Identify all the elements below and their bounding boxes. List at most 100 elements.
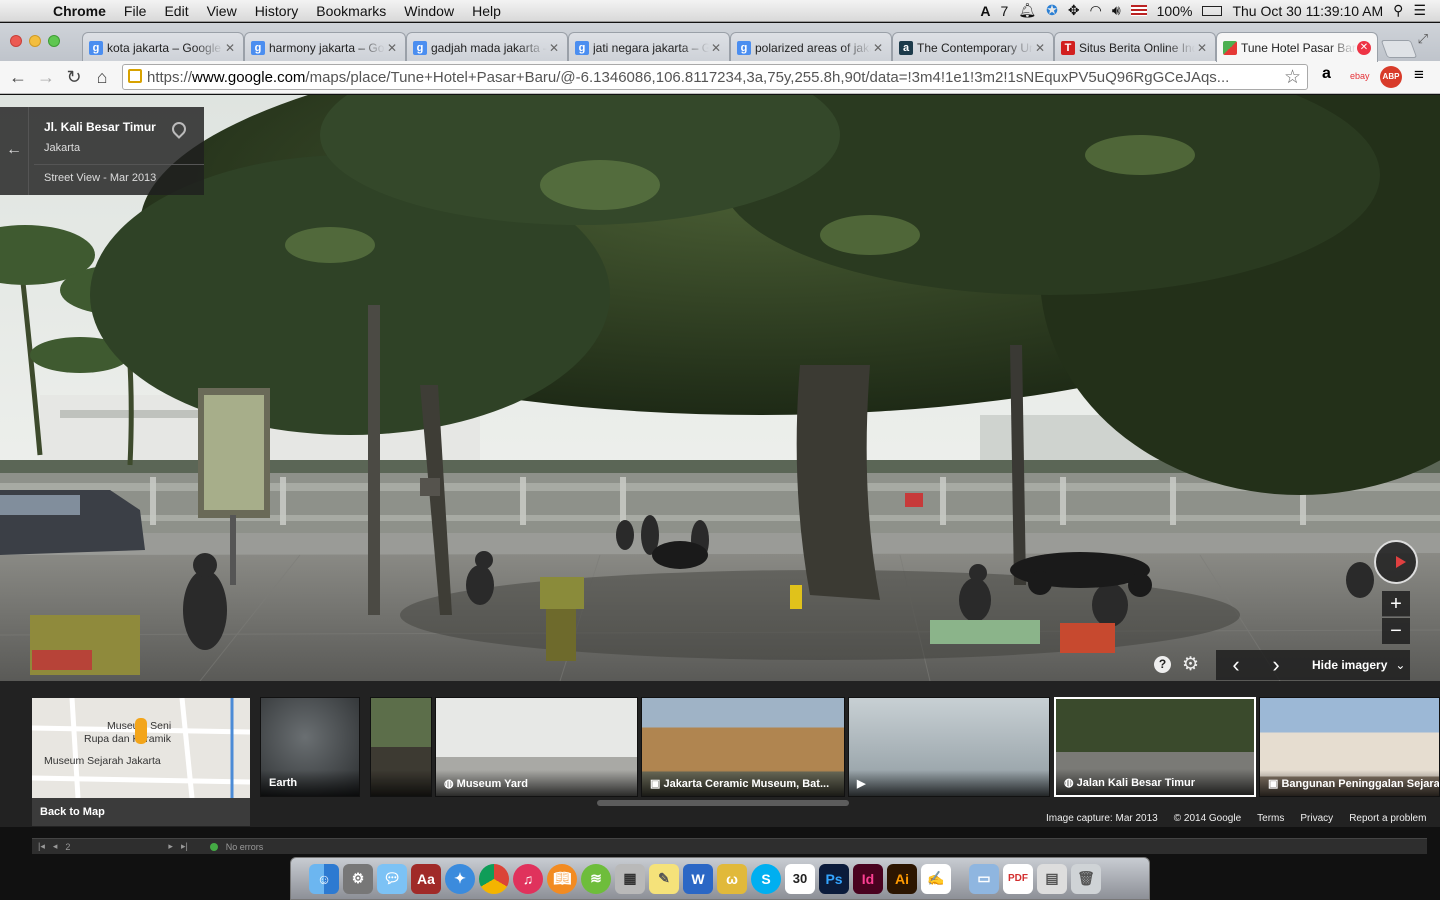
menu-edit[interactable]: Edit — [155, 3, 197, 19]
adblock-plus-icon[interactable]: ABP — [1380, 66, 1402, 88]
menu-history[interactable]: History — [246, 3, 308, 19]
battery-percent[interactable]: 100% — [1157, 3, 1193, 19]
flag-icon[interactable] — [1130, 5, 1147, 16]
menu-file[interactable]: File — [115, 3, 156, 19]
zoom-window-button[interactable] — [48, 35, 60, 47]
menu-app-name[interactable]: Chrome — [44, 3, 115, 19]
fullscreen-icon[interactable]: ⤢ — [1418, 31, 1428, 47]
tab-contemporary-urban[interactable]: a The Contemporary Urban ✕ — [892, 32, 1054, 62]
chrome-icon[interactable] — [479, 863, 509, 894]
close-window-button[interactable] — [10, 35, 22, 47]
chrome-menu-icon[interactable]: ≡ — [1414, 65, 1424, 85]
next-page-icon[interactable]: ▸ — [168, 841, 173, 852]
thumb-museum-yard[interactable]: ◍ Museum Yard — [435, 697, 638, 797]
tab-polarized-areas[interactable]: g polarized areas of jakarta ✕ — [730, 32, 892, 62]
close-tab-icon[interactable]: ✕ — [1195, 41, 1209, 55]
thumb-bangunan-peninggalan[interactable]: ▣ Bangunan Peninggalan Sejarah — [1259, 697, 1440, 797]
bookmark-star-icon[interactable]: ☆ — [1284, 66, 1301, 89]
tab-harmony-jakarta[interactable]: g harmony jakarta – Google Search ✕ — [244, 32, 406, 62]
wifi-icon[interactable]: ◠ — [1090, 2, 1102, 19]
safari-icon[interactable]: ✦ — [445, 863, 475, 894]
menu-view[interactable]: View — [198, 3, 246, 19]
report-problem-link[interactable]: Report a problem — [1349, 813, 1426, 824]
back-to-map-button[interactable]: Back to Map — [32, 798, 250, 826]
spotify-icon[interactable]: ≋ — [581, 863, 611, 894]
sync-icon[interactable]: ✪ — [1046, 2, 1058, 19]
thumb-bar-building[interactable]: ▶ — [848, 697, 1050, 797]
previous-image-icon[interactable]: ‹ — [1216, 652, 1256, 678]
close-tab-icon[interactable]: ✕ — [1033, 41, 1047, 55]
messages-icon[interactable]: 💬︎ — [377, 863, 407, 894]
help-icon[interactable]: ? — [1154, 656, 1171, 673]
documents-folder-icon[interactable]: ▭ — [969, 863, 999, 894]
thumb-earth[interactable]: Earth — [260, 697, 360, 797]
tab-gadjah-mada[interactable]: g gadjah mada jakarta – Google ✕ — [406, 32, 568, 62]
last-page-icon[interactable]: ▸| — [181, 841, 188, 852]
menu-bookmarks[interactable]: Bookmarks — [307, 3, 395, 19]
acrobat-icon[interactable]: ✍ — [921, 863, 951, 894]
volume-icon[interactable]: 🔊︎ — [1112, 2, 1121, 19]
menu-help[interactable]: Help — [463, 3, 510, 19]
close-tab-icon[interactable]: ✕ — [223, 41, 237, 55]
finder-icon[interactable]: ☺ — [309, 863, 339, 894]
itunes-icon[interactable]: ♫ — [513, 863, 543, 894]
hide-imagery-button[interactable]: Hide imagery — [1312, 658, 1387, 672]
new-tab-button[interactable] — [1380, 40, 1418, 58]
pdf-file-icon[interactable]: PDF — [1003, 863, 1033, 894]
stickies-icon[interactable]: ✎ — [649, 863, 679, 894]
settings-gear-icon[interactable]: ⚙ — [1182, 653, 1199, 676]
filmstrip-scrollbar[interactable] — [597, 800, 849, 806]
forward-icon[interactable]: → — [32, 67, 60, 88]
notification-bell-icon[interactable]: 🔔︎ — [1018, 2, 1036, 19]
home-icon[interactable]: ⌂ — [88, 67, 116, 88]
thumb-ceramic-museum[interactable]: ▣ Jakarta Ceramic Museum, Bat... — [641, 697, 845, 797]
clock[interactable]: Thu Oct 30 11:39:10 AM — [1232, 3, 1383, 19]
prev-page-icon[interactable]: ◂ — [53, 841, 58, 852]
close-tab-icon[interactable]: ✕ — [547, 41, 561, 55]
pegman-icon[interactable] — [135, 718, 147, 744]
calendar-icon[interactable]: 30 — [785, 863, 815, 894]
chevron-down-icon[interactable]: ⌄ — [1395, 658, 1405, 672]
page-number[interactable]: 2 — [65, 842, 70, 852]
close-tab-icon[interactable]: ✕ — [709, 41, 723, 55]
photoshop-icon[interactable]: Ps — [819, 863, 849, 894]
mini-map[interactable]: Museum Seni Rupa dan Keramik Museum Seja… — [32, 698, 250, 826]
back-icon[interactable]: ← — [4, 67, 32, 88]
indesign-icon[interactable]: Id — [853, 863, 883, 894]
map-pin-icon[interactable] — [169, 119, 189, 139]
tab-kota-jakarta[interactable]: g kota jakarta – Google Search ✕ — [82, 32, 244, 62]
battery-icon[interactable] — [1202, 5, 1223, 16]
trash-icon[interactable]: 🗑︎ — [1071, 863, 1101, 894]
tab-tune-hotel[interactable]: Tune Hotel Pasar Baru ✕ — [1216, 32, 1378, 62]
illustrator-icon[interactable]: Ai — [887, 863, 917, 894]
spotlight-icon[interactable]: ⚲ — [1393, 2, 1403, 19]
compass-icon[interactable] — [1374, 540, 1418, 584]
address-bar[interactable]: https://www.google.com/maps/place/Tune+H… — [122, 64, 1308, 90]
menu-window[interactable]: Window — [395, 3, 463, 19]
move-icon[interactable]: ✥ — [1068, 2, 1080, 19]
privacy-link[interactable]: Privacy — [1300, 813, 1333, 824]
skype-icon[interactable]: S — [751, 863, 781, 894]
notification-center-icon[interactable]: ☰ — [1413, 2, 1426, 19]
tab-jati-negara[interactable]: g jati negara jakarta – Google ✕ — [568, 32, 730, 62]
wunderlist-icon[interactable]: ω — [717, 863, 747, 894]
ebay-extension-icon[interactable]: ebay — [1350, 71, 1370, 81]
close-tab-icon[interactable]: ✕ — [871, 41, 885, 55]
thumb-canal[interactable] — [370, 697, 432, 797]
dictionary-icon[interactable]: Aa — [411, 863, 441, 894]
terms-link[interactable]: Terms — [1257, 813, 1284, 824]
close-tab-icon[interactable]: ✕ — [385, 41, 399, 55]
first-page-icon[interactable]: |◂ — [38, 841, 45, 852]
zoom-out-button[interactable]: − — [1382, 618, 1410, 644]
amazon-extension-icon[interactable]: a — [1322, 65, 1331, 83]
system-preferences-icon[interactable]: ⚙ — [343, 863, 373, 894]
ibooks-icon[interactable]: 📖︎ — [547, 863, 577, 894]
tab-situs-berita[interactable]: T Situs Berita Online Indonesia ✕ — [1054, 32, 1216, 62]
close-tab-icon[interactable]: ✕ — [1357, 40, 1371, 55]
adobe-icon[interactable]: A — [980, 3, 990, 19]
next-image-icon[interactable]: › — [1256, 652, 1296, 678]
preview-icon[interactable]: ▤ — [1037, 863, 1067, 894]
lock-warning-icon[interactable] — [128, 69, 142, 83]
street-view-panorama[interactable] — [0, 95, 1440, 681]
zoom-in-button[interactable]: + — [1382, 591, 1410, 617]
